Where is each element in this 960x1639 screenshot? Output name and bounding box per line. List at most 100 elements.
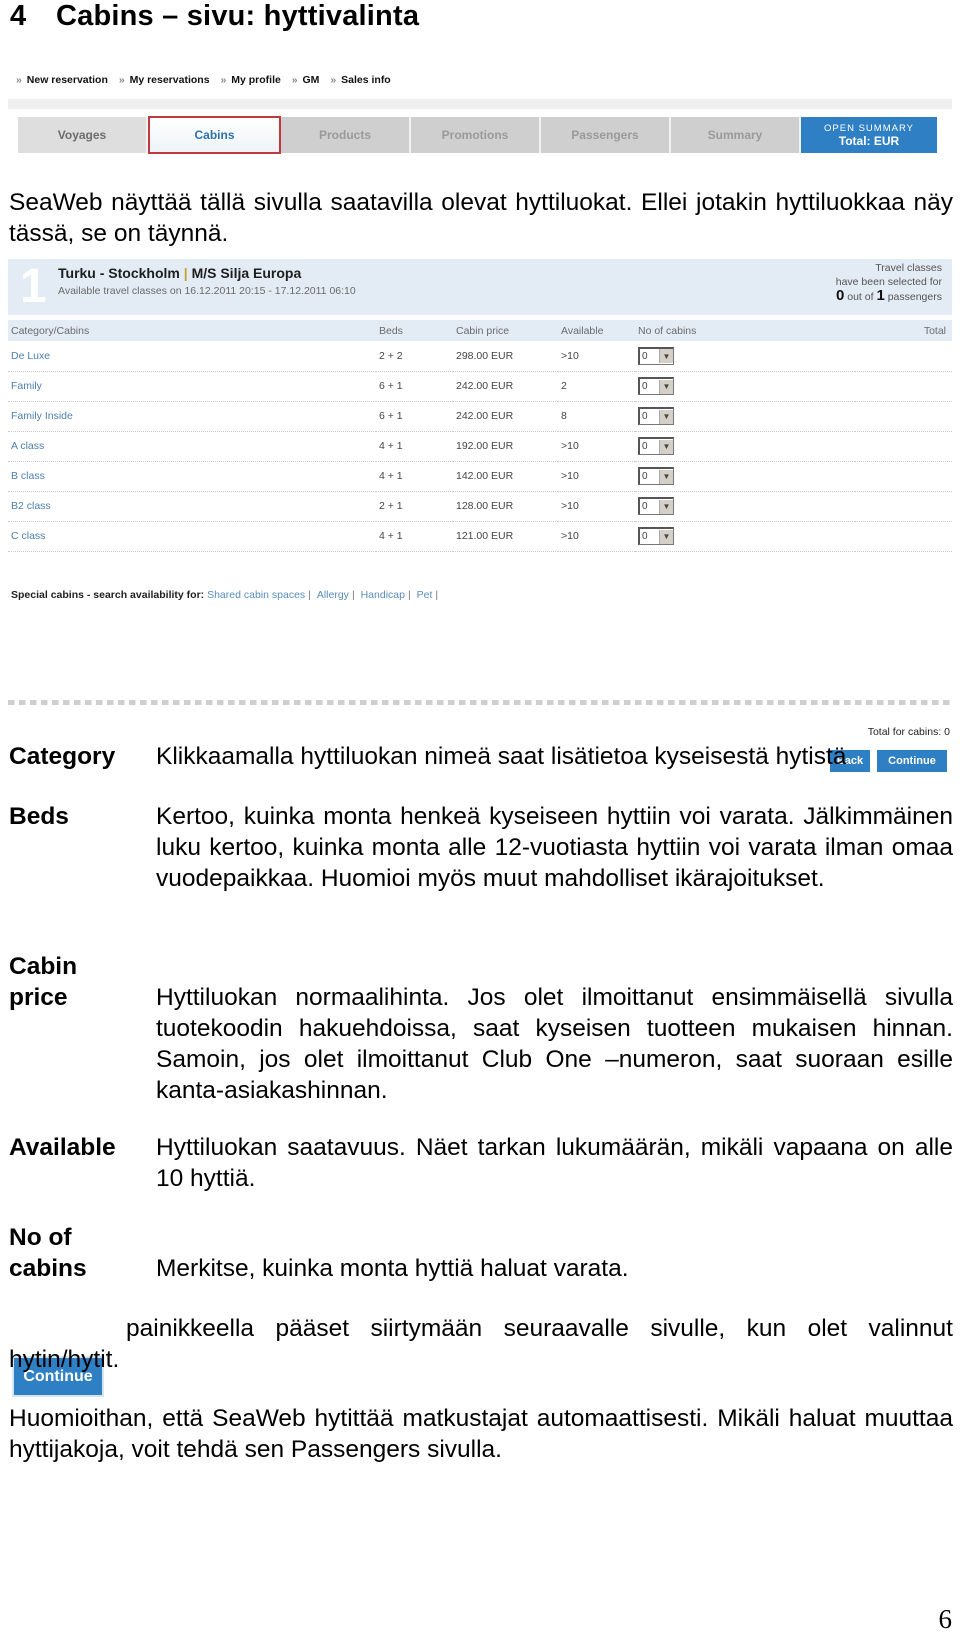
table-header: Category/Cabins Beds Cabin price Availab…: [8, 320, 952, 341]
cabin-count-cell: 0 ▼: [635, 431, 855, 462]
voyage-title: Turku - Stockholm | M/S Silja Europa: [58, 265, 302, 281]
cabin-category-link[interactable]: C class: [8, 521, 376, 552]
cabin-beds: 6 + 1: [376, 401, 453, 432]
cabin-category-link[interactable]: De Luxe: [8, 341, 376, 372]
cabin-category-link[interactable]: A class: [8, 431, 376, 462]
cabin-price: 121.00 EUR: [453, 521, 558, 552]
chevron-right-icon: »: [220, 74, 227, 86]
col-category: Category/Cabins: [8, 320, 376, 341]
table-row: B class 4 + 1 142.00 EUR >10 0 ▼: [8, 461, 952, 492]
cabin-beds: 6 + 1: [376, 371, 453, 402]
chevron-right-icon: »: [16, 74, 22, 86]
col-cabin-price: Cabin price: [453, 320, 558, 341]
cabin-beds: 2 + 2: [376, 341, 453, 372]
header-divider: [8, 99, 952, 109]
chevron-down-icon: ▼: [659, 349, 673, 364]
nav-gm[interactable]: » GM: [292, 74, 320, 86]
page-title: 4 Cabins – sivu: hyttivalinta: [10, 0, 419, 33]
dashed-divider: [8, 700, 952, 705]
cabin-available: >10: [558, 521, 635, 552]
passenger-count: 1: [876, 287, 885, 304]
cabin-count-cell: 0 ▼: [635, 461, 855, 492]
intro-paragraph: SeaWeb näyttää tällä sivulla saatavilla …: [9, 189, 953, 247]
col-available: Available: [558, 320, 635, 341]
total-for-cabins: Total for cabins: 0: [867, 726, 950, 738]
cabin-available: >10: [558, 341, 635, 372]
step-summary: Summary: [671, 117, 801, 153]
cabin-category-link[interactable]: Family: [8, 371, 376, 402]
cabin-count-select[interactable]: 0 ▼: [638, 407, 674, 425]
nav-my-profile[interactable]: » My profile: [220, 74, 280, 86]
continue-note: painikkeella pääset siirtymään seuraaval…: [9, 1315, 953, 1373]
cabin-category-link[interactable]: Family Inside: [8, 401, 376, 432]
cabin-category-link[interactable]: B2 class: [8, 491, 376, 522]
cabin-count-select[interactable]: 0 ▼: [638, 377, 674, 395]
cabin-count-cell: 0 ▼: [635, 491, 855, 522]
cabin-count-select[interactable]: 0 ▼: [638, 527, 674, 545]
term-no-of-cabins: No of cabins: [9, 1224, 87, 1282]
term-category: Category: [9, 743, 116, 770]
cabin-count-select[interactable]: 0 ▼: [638, 346, 674, 365]
nav-my-reservations[interactable]: » My reservations: [119, 74, 210, 86]
step-voyages[interactable]: Voyages: [18, 117, 148, 153]
cabin-price: 298.00 EUR: [453, 341, 558, 372]
cabin-beds: 4 + 1: [376, 431, 453, 462]
cabin-count-select[interactable]: 0 ▼: [638, 467, 674, 485]
table-row: C class 4 + 1 121.00 EUR >10 0 ▼: [8, 521, 952, 552]
chevron-down-icon: ▼: [659, 529, 673, 544]
chevron-down-icon: ▼: [659, 379, 673, 394]
cabin-count-cell: 0 ▼: [635, 371, 855, 402]
link-pet[interactable]: Pet: [417, 589, 433, 601]
cabin-available: >10: [558, 491, 635, 522]
link-handicap[interactable]: Handicap: [361, 589, 405, 601]
col-total: Total: [855, 320, 952, 341]
cabin-total: [855, 341, 952, 372]
table-row: B2 class 2 + 1 128.00 EUR >10 0 ▼: [8, 491, 952, 522]
summary-total: Total: EUR: [838, 133, 900, 148]
step-cabins[interactable]: Cabins: [148, 116, 281, 154]
cabin-total: [855, 431, 952, 462]
step-products: Products: [281, 117, 411, 153]
final-note: Huomioithan, että SeaWeb hytittää matkus…: [9, 1405, 953, 1463]
cabin-available: 8: [558, 401, 635, 432]
term-beds: Beds: [9, 803, 69, 830]
chevron-right-icon: »: [118, 74, 125, 86]
cabin-price: 128.00 EUR: [453, 491, 558, 522]
nav-new-reservation[interactable]: » New reservation: [16, 74, 108, 86]
chevron-down-icon: ▼: [659, 499, 673, 514]
desc-no-of-cabins: Merkitse, kuinka monta hyttiä haluat var…: [156, 1255, 629, 1282]
chevron-right-icon: »: [291, 74, 298, 86]
step-promotions: Promotions: [411, 117, 541, 153]
cabin-count-select[interactable]: 0 ▼: [638, 497, 674, 515]
cabin-total: [855, 491, 952, 522]
cabin-total: [855, 461, 952, 492]
col-beds: Beds: [376, 320, 453, 341]
voyage-header: 1 Turku - Stockholm | M/S Silja Europa A…: [8, 259, 952, 315]
link-allergy[interactable]: Allergy: [317, 589, 349, 601]
link-shared-cabin-spaces[interactable]: Shared cabin spaces: [207, 589, 305, 601]
term-available: Available: [9, 1134, 116, 1161]
cabin-beds: 2 + 1: [376, 491, 453, 522]
cabin-category-link[interactable]: B class: [8, 461, 376, 492]
cabin-count-cell: 0 ▼: [635, 521, 855, 552]
cabin-count-select[interactable]: 0 ▼: [638, 437, 674, 455]
table-row: Family Inside 6 + 1 242.00 EUR 8 0 ▼: [8, 401, 952, 432]
term-cabin-price: Cabin price: [9, 953, 78, 1011]
open-summary-button[interactable]: OPEN SUMMARY Total: EUR: [801, 117, 937, 153]
cabin-available: >10: [558, 461, 635, 492]
special-cabins: Special cabins - search availability for…: [11, 589, 439, 601]
cabin-table: Category/Cabins Beds Cabin price Availab…: [8, 320, 952, 552]
desc-available: Hyttiluokan saatavuus. Näet tarkan lukum…: [156, 1134, 953, 1192]
selected-count: 0: [835, 287, 845, 304]
desc-category: Klikkaamalla hyttiluokan nimeä saat lisä…: [156, 743, 847, 770]
chevron-down-icon: ▼: [659, 409, 673, 424]
top-navigation: » New reservation » My reservations » My…: [16, 74, 399, 86]
page-number: 6: [938, 1604, 953, 1634]
selection-status: Travel classes have been selected for 0 …: [835, 262, 942, 304]
nav-sales-info[interactable]: » Sales info: [330, 74, 390, 86]
section-number: 4: [10, 0, 27, 32]
chevron-right-icon: »: [330, 74, 337, 86]
cabin-beds: 4 + 1: [376, 461, 453, 492]
cabin-beds: 4 + 1: [376, 521, 453, 552]
cabin-total: [855, 401, 952, 432]
